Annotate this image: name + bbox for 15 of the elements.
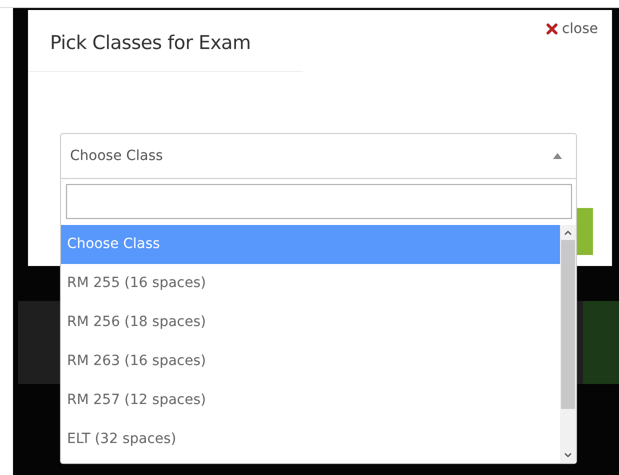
scroll-up-icon[interactable] <box>564 230 572 235</box>
dropdown-option[interactable]: RM 255 (16 spaces) <box>61 264 560 303</box>
dialog-title: Pick Classes for Exam <box>50 32 252 54</box>
scroll-down-icon[interactable] <box>564 453 572 458</box>
caret-icon <box>553 153 562 159</box>
close-button[interactable]: close <box>546 21 598 37</box>
dropdown-option[interactable]: RM 257 (12 spaces) <box>61 381 560 420</box>
dropdown-option[interactable]: RM 263 (16 spaces) <box>61 342 560 381</box>
scrollbar[interactable] <box>560 225 576 463</box>
dropdown-option[interactable]: ELT (32 spaces) <box>61 420 560 459</box>
dropdown-option[interactable]: RM 256 (18 spaces) <box>61 303 560 342</box>
dropdown-option[interactable]: Choose Class <box>61 225 560 264</box>
class-select[interactable]: Choose Class <box>60 133 577 179</box>
close-icon <box>546 23 558 35</box>
search-field[interactable] <box>66 184 572 219</box>
